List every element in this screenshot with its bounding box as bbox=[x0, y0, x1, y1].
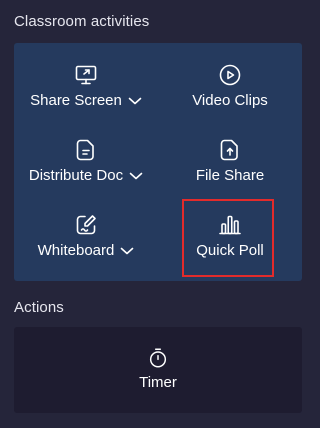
classroom-panel: Classroom activities Share Screen Video … bbox=[0, 0, 318, 428]
quick-poll-label: Quick Poll bbox=[196, 242, 264, 259]
share-screen-icon bbox=[75, 65, 97, 85]
video-clips-button[interactable]: Video Clips bbox=[158, 43, 302, 115]
chevron-down-icon[interactable] bbox=[120, 246, 134, 256]
whiteboard-icon bbox=[76, 215, 96, 235]
classroom-activities-card: Share Screen Video Clips Distribute Doc … bbox=[14, 43, 302, 281]
timer-icon bbox=[149, 348, 167, 368]
whiteboard-button[interactable]: Whiteboard bbox=[14, 193, 158, 265]
quick-poll-button[interactable]: Quick Poll bbox=[158, 193, 302, 265]
section-title-actions: Actions bbox=[14, 299, 64, 316]
timer-button[interactable]: Timer bbox=[14, 327, 302, 413]
quick-poll-icon bbox=[219, 215, 241, 235]
video-clips-icon bbox=[219, 64, 241, 86]
share-screen-label: Share Screen bbox=[30, 92, 122, 109]
share-screen-button[interactable]: Share Screen bbox=[14, 43, 158, 115]
actions-card: Timer bbox=[14, 327, 302, 413]
whiteboard-label: Whiteboard bbox=[37, 242, 115, 259]
timer-label: Timer bbox=[139, 374, 177, 391]
chevron-down-icon[interactable] bbox=[128, 96, 142, 106]
distribute-doc-label: Distribute Doc bbox=[28, 167, 124, 184]
file-share-label: File Share bbox=[195, 167, 265, 184]
section-title-classroom-activities: Classroom activities bbox=[14, 13, 150, 30]
file-share-icon bbox=[220, 139, 238, 161]
file-share-button[interactable]: File Share bbox=[158, 118, 302, 190]
chevron-down-icon[interactable] bbox=[129, 171, 143, 181]
video-clips-label: Video Clips bbox=[192, 92, 268, 109]
distribute-doc-button[interactable]: Distribute Doc bbox=[14, 118, 158, 190]
distribute-doc-icon bbox=[76, 139, 94, 161]
